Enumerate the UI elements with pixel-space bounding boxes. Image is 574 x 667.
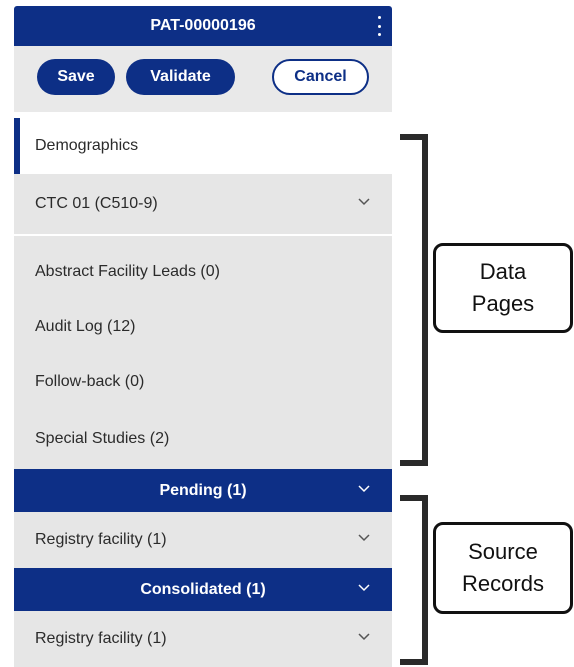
nav-item-label: Abstract Facility Leads (0) bbox=[35, 262, 220, 280]
nav-item-label: CTC 01 (C510-9) bbox=[35, 195, 158, 212]
chevron-down-icon bbox=[358, 633, 370, 641]
record-panel: PAT-00000196 Save Validate Cancel Demogr… bbox=[14, 6, 392, 667]
data-pages-label: Data Pages bbox=[433, 243, 573, 333]
nav-item-label: Follow-back (0) bbox=[35, 372, 145, 390]
action-bar: Save Validate Cancel bbox=[14, 46, 392, 112]
section-pending-title: Pending (1) bbox=[159, 481, 247, 499]
nav-item-audit-log[interactable]: Audit Log (12) bbox=[14, 299, 392, 354]
section-pending-header[interactable]: Pending (1) bbox=[14, 469, 392, 512]
chevron-down-icon bbox=[358, 583, 370, 591]
nav-item-ctc[interactable]: CTC 01 (C510-9) bbox=[14, 174, 392, 236]
nav-item-label: Special Studies (2) bbox=[35, 430, 170, 447]
source-records-label-line1: Source bbox=[468, 539, 538, 564]
save-button[interactable]: Save bbox=[37, 59, 115, 95]
source-records-bracket bbox=[400, 495, 428, 665]
pending-registry-facility[interactable]: Registry facility (1) bbox=[14, 512, 392, 568]
chevron-down-icon bbox=[358, 198, 370, 206]
source-record-label: Registry facility (1) bbox=[35, 630, 167, 647]
nav-item-abstract-facility-leads[interactable]: Abstract Facility Leads (0) bbox=[14, 236, 392, 299]
nav-item-label: Demographics bbox=[35, 137, 139, 154]
source-records-label: Source Records bbox=[433, 522, 573, 614]
data-pages-bracket bbox=[400, 134, 428, 466]
nav-item-label: Audit Log (12) bbox=[35, 317, 136, 335]
nav-item-demographics[interactable]: Demographics bbox=[14, 118, 392, 174]
chevron-down-icon bbox=[358, 534, 370, 542]
nav-item-follow-back[interactable]: Follow-back (0) bbox=[14, 354, 392, 409]
chevron-down-icon bbox=[358, 484, 370, 492]
section-consolidated-header[interactable]: Consolidated (1) bbox=[14, 568, 392, 611]
source-records-label-line2: Records bbox=[462, 571, 544, 596]
data-pages-label-line2: Pages bbox=[471, 291, 535, 316]
patient-id-title: PAT-00000196 bbox=[150, 17, 256, 34]
cancel-button[interactable]: Cancel bbox=[272, 59, 369, 95]
data-pages-label-line1: Data bbox=[479, 259, 527, 284]
panel-header: PAT-00000196 bbox=[14, 6, 392, 46]
consolidated-registry-facility[interactable]: Registry facility (1) bbox=[14, 611, 392, 667]
nav-item-special-studies[interactable]: Special Studies (2) bbox=[14, 409, 392, 469]
kebab-menu-icon[interactable] bbox=[376, 16, 382, 36]
validate-button[interactable]: Validate bbox=[126, 59, 235, 95]
section-consolidated-title: Consolidated (1) bbox=[140, 580, 266, 598]
source-record-label: Registry facility (1) bbox=[35, 531, 167, 548]
